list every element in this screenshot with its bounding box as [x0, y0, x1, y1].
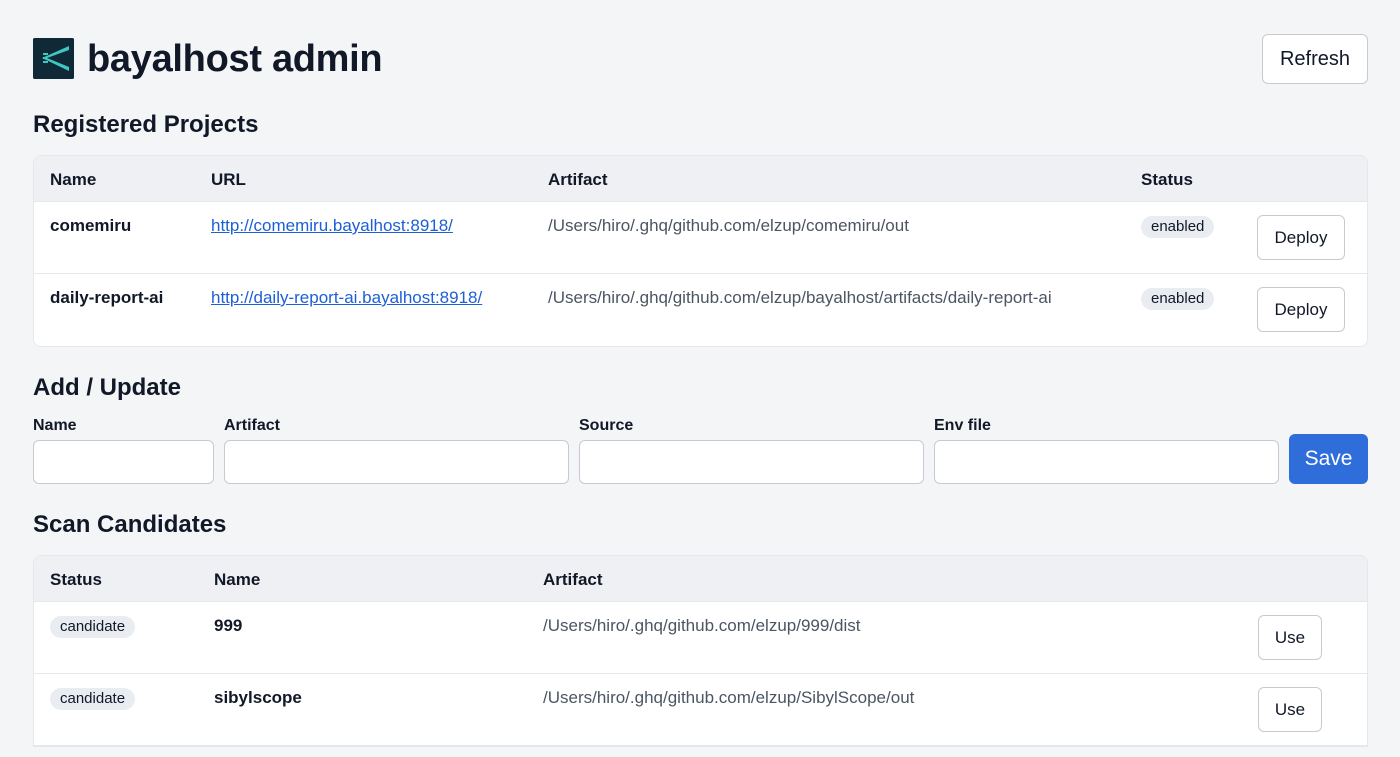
- deploy-button[interactable]: Deploy: [1257, 287, 1345, 332]
- table-row: comemiru http://comemiru.bayalhost:8918/…: [34, 202, 1367, 274]
- candidates-table-header: Status Name Artifact: [34, 556, 1367, 602]
- name-field-label: Name: [33, 417, 77, 434]
- column-header-name: Name: [214, 570, 261, 589]
- app-logo-icon: [33, 38, 74, 79]
- artifact-input[interactable]: [224, 440, 569, 484]
- scan-candidates-title: Scan Candidates: [33, 511, 227, 538]
- project-artifact: /Users/hiro/.ghq/github.com/elzup/comemi…: [548, 216, 909, 235]
- app-title: bayalhost admin: [87, 38, 383, 80]
- status-badge: candidate: [50, 688, 136, 710]
- table-row: candidate sibylscope /Users/hiro/.ghq/gi…: [34, 674, 1367, 746]
- env-file-field-label: Env file: [934, 417, 991, 434]
- column-header-name: Name: [50, 170, 97, 189]
- use-button[interactable]: Use: [1258, 687, 1322, 732]
- save-button[interactable]: Save: [1289, 434, 1368, 484]
- candidate-artifact: /Users/hiro/.ghq/github.com/elzup/999/di…: [543, 616, 861, 635]
- column-header-status: Status: [1141, 170, 1193, 189]
- status-badge: enabled: [1141, 216, 1215, 238]
- project-name: daily-report-ai: [50, 288, 164, 307]
- artifact-field-label: Artifact: [224, 417, 281, 434]
- candidates-table: Status Name Artifact candidate 999 /User…: [33, 555, 1368, 747]
- candidate-artifact: /Users/hiro/.ghq/github.com/elzup/SibylS…: [543, 688, 915, 707]
- column-header-status: Status: [50, 570, 102, 589]
- project-url-link[interactable]: http://daily-report-ai.bayalhost:8918/: [211, 288, 482, 307]
- column-header-artifact: Artifact: [543, 570, 603, 589]
- project-url: http://daily-report-ai.bayalhost:8918/: [211, 288, 482, 308]
- column-header-url: URL: [211, 170, 246, 189]
- projects-table: Name URL Artifact Status comemiru http:/…: [33, 155, 1368, 347]
- table-row: candidate 999 /Users/hiro/.ghq/github.co…: [34, 602, 1367, 674]
- projects-table-header: Name URL Artifact Status: [34, 156, 1367, 202]
- source-input[interactable]: [579, 440, 924, 484]
- add-update-title: Add / Update: [33, 374, 181, 401]
- registered-projects-title: Registered Projects: [33, 111, 259, 138]
- column-header-artifact: Artifact: [548, 170, 608, 189]
- project-url-link[interactable]: http://comemiru.bayalhost:8918/: [211, 216, 453, 235]
- table-row: daily-report-ai http://daily-report-ai.b…: [34, 274, 1367, 346]
- project-name: comemiru: [50, 216, 132, 235]
- use-button[interactable]: Use: [1258, 615, 1322, 660]
- env-file-input[interactable]: [934, 440, 1279, 484]
- project-artifact: /Users/hiro/.ghq/github.com/elzup/bayalh…: [548, 288, 1052, 307]
- candidate-name: 999: [214, 616, 243, 635]
- name-input[interactable]: [33, 440, 214, 484]
- header: bayalhost admin Refresh: [33, 34, 1368, 84]
- status-badge: enabled: [1141, 288, 1215, 310]
- deploy-button[interactable]: Deploy: [1257, 215, 1345, 260]
- candidate-name: sibylscope: [214, 688, 302, 707]
- refresh-button[interactable]: Refresh: [1262, 34, 1368, 84]
- project-url: http://comemiru.bayalhost:8918/: [211, 216, 453, 236]
- source-field-label: Source: [579, 417, 634, 434]
- status-badge: candidate: [50, 616, 136, 638]
